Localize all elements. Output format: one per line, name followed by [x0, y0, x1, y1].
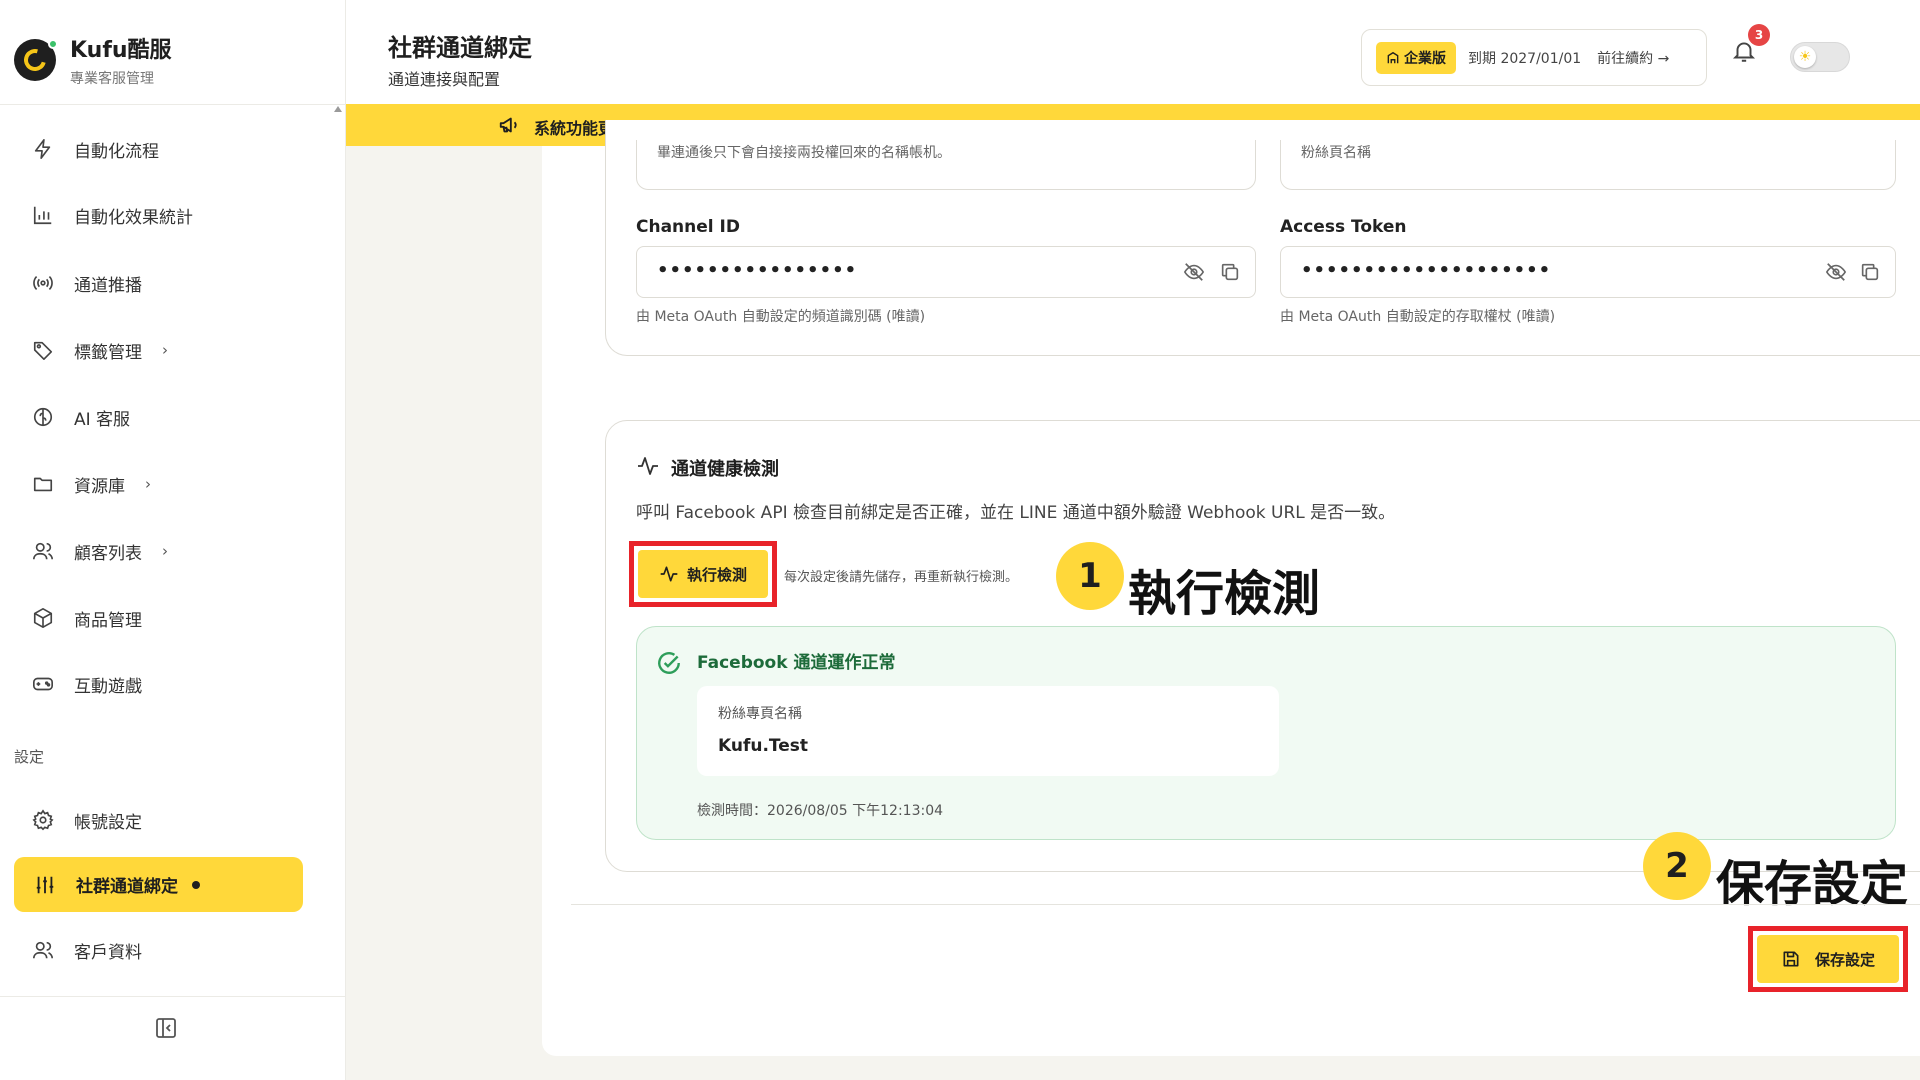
step-badge-2: 2 [1643, 832, 1711, 900]
gear-icon [30, 807, 56, 833]
access-token-input[interactable]: •••••••••••••••••••• [1280, 246, 1896, 298]
notification-badge: 3 [1748, 24, 1770, 46]
copy-icon[interactable] [1859, 261, 1883, 285]
divider [571, 904, 1920, 905]
sidebar-item-automation-stats[interactable]: 自動化效果統計 [30, 195, 193, 235]
health-check-title: 通道健康檢測 [671, 459, 779, 480]
active-indicator [192, 880, 200, 889]
channel-id-hint: 由 Meta OAuth 自動設定的頻道識別碼 (唯讀) [636, 309, 926, 325]
page-title: 社群通道綁定 [388, 34, 532, 62]
sidebar-item-label: 通道推播 [74, 275, 142, 296]
description-field[interactable]: 畢連通後只下會自接接兩投權回來的名稱帳机。 [636, 140, 1256, 190]
check-timestamp: 檢測時間：2026/08/05 下午12:13:04 [697, 803, 944, 819]
save-settings-label: 保存設定 [1814, 950, 1875, 969]
channel-id-value: •••••••••••••••• [657, 260, 858, 281]
step-badge-1: 1 [1056, 542, 1124, 610]
fan-page-name: Kufu.Test [718, 736, 809, 756]
sidebar-item-label: 顧客列表 [74, 543, 142, 564]
chevron-right-icon: › [162, 341, 168, 359]
save-settings-button[interactable]: 保存設定 [1757, 935, 1899, 983]
sliders-icon [32, 872, 58, 898]
eye-off-icon[interactable] [1825, 261, 1849, 285]
sidebar-item-ai-service[interactable]: AI 客服 [30, 397, 130, 437]
brand-subtitle: 專業客服管理 [70, 71, 154, 87]
users-icon [30, 538, 56, 564]
page-subtitle: 通道連接與配置 [388, 70, 501, 89]
copy-icon[interactable] [1219, 261, 1243, 285]
chevron-right-icon: › [145, 475, 151, 493]
fan-page-card [697, 686, 1279, 776]
chevron-right-icon: › [162, 542, 168, 560]
tag-icon [30, 337, 56, 363]
step-label-1: 執行檢測 [1128, 566, 1321, 622]
brain-icon [30, 404, 56, 430]
eye-off-icon[interactable] [1183, 261, 1207, 285]
access-token-value: •••••••••••••••••••• [1301, 260, 1552, 281]
kufu-logo [14, 39, 58, 81]
bar-chart-icon [30, 202, 56, 228]
sidebar-item-products[interactable]: 商品管理 [30, 598, 142, 638]
sidebar-item-channel-binding[interactable]: 社群通道綁定 [14, 857, 303, 912]
sidebar-item-customers[interactable]: 顧客列表 › [30, 531, 168, 571]
sidebar-item-label: AI 客服 [74, 409, 131, 430]
check-circle-icon [656, 650, 682, 676]
folder-icon [30, 471, 56, 497]
run-check-button[interactable]: 執行檢測 [638, 550, 768, 598]
page-name-field-text: 粉絲頁名稱 [1301, 145, 1371, 161]
building-icon [1387, 51, 1399, 63]
settings-section-label: 設定 [14, 748, 45, 766]
sidebar-item-account-settings[interactable]: 帳號設定 [30, 800, 142, 840]
run-check-hint: 每次設定後請先儲存，再重新執行檢測。 [784, 570, 1019, 585]
plan-badge-label: 企業版 [1404, 50, 1446, 67]
sidebar-item-customer-data[interactable]: 客戶資料 [30, 930, 142, 970]
gamepad-icon [30, 671, 56, 697]
sidebar-item-label: 客戶資料 [74, 942, 142, 963]
scroll-up-icon[interactable] [334, 106, 342, 112]
sidebar-item-label: 自動化效果統計 [74, 207, 193, 228]
sidebar: Kufu酷服 專業客服管理 自動化流程 自動化效果統計 通道推播 標籤管理 › … [0, 0, 346, 1080]
channel-id-input[interactable]: •••••••••••••••• [636, 246, 1256, 298]
theme-toggle[interactable]: ☀ [1790, 42, 1850, 72]
sidebar-item-broadcast[interactable]: 通道推播 [30, 263, 142, 303]
run-check-label: 執行檢測 [686, 565, 747, 584]
divider [0, 996, 345, 997]
brand-name: Kufu酷服 [70, 38, 172, 63]
health-check-description: 呼叫 Facebook API 檢查目前綁定是否正確，並在 LINE 通道中額外… [636, 503, 1396, 523]
plan-expiry: 到期 2027/01/01 [1468, 50, 1582, 67]
page-name-field[interactable]: 粉絲頁名稱 [1280, 140, 1896, 190]
save-icon [1781, 949, 1801, 969]
activity-icon [659, 564, 679, 584]
plan-badge: 企業版 [1376, 41, 1456, 74]
sun-icon: ☀ [1794, 46, 1816, 68]
fan-page-label: 粉絲專頁名稱 [718, 706, 802, 722]
broadcast-icon [30, 270, 56, 296]
top-header: 社群通道綁定 通道連接與配置 企業版 到期 2027/01/01 前往續約 → … [346, 0, 1920, 104]
plan-info: 企業版 到期 2027/01/01 前往續約 → [1361, 29, 1707, 86]
sidebar-item-label: 資源庫 [74, 476, 125, 497]
sidebar-item-label: 社群通道綁定 [76, 877, 178, 897]
sidebar-item-resources[interactable]: 資源庫 › [30, 464, 151, 504]
sidebar-item-label: 互動遊戲 [74, 676, 142, 697]
sidebar-item-label: 商品管理 [74, 610, 142, 631]
sidebar-item-automation[interactable]: 自動化流程 [30, 129, 159, 169]
divider [0, 104, 345, 105]
access-token-hint: 由 Meta OAuth 自動設定的存取權杖 (唯讀) [1280, 309, 1556, 325]
box-icon [30, 605, 56, 631]
health-result-status: Facebook 通道運作正常 [697, 653, 896, 673]
description-field-text: 畢連通後只下會自接接兩投權回來的名稱帳机。 [657, 145, 951, 161]
megaphone-icon [498, 114, 520, 136]
sidebar-item-games[interactable]: 互動遊戲 [30, 664, 142, 704]
renew-link[interactable]: 前往續約 → [1597, 48, 1669, 68]
sidebar-item-tags[interactable]: 標籤管理 › [30, 330, 168, 370]
sidebar-item-label: 帳號設定 [74, 812, 142, 833]
brand[interactable]: Kufu酷服 專業客服管理 [14, 32, 172, 88]
sidebar-item-label: 自動化流程 [74, 141, 159, 162]
access-token-label: Access Token [1280, 217, 1407, 237]
lightning-icon [30, 136, 56, 162]
sidebar-item-label: 標籤管理 [74, 342, 142, 363]
channel-id-label: Channel ID [636, 217, 740, 237]
collapse-sidebar-icon[interactable] [154, 1016, 178, 1040]
users-icon [30, 937, 56, 963]
activity-icon [636, 454, 660, 478]
